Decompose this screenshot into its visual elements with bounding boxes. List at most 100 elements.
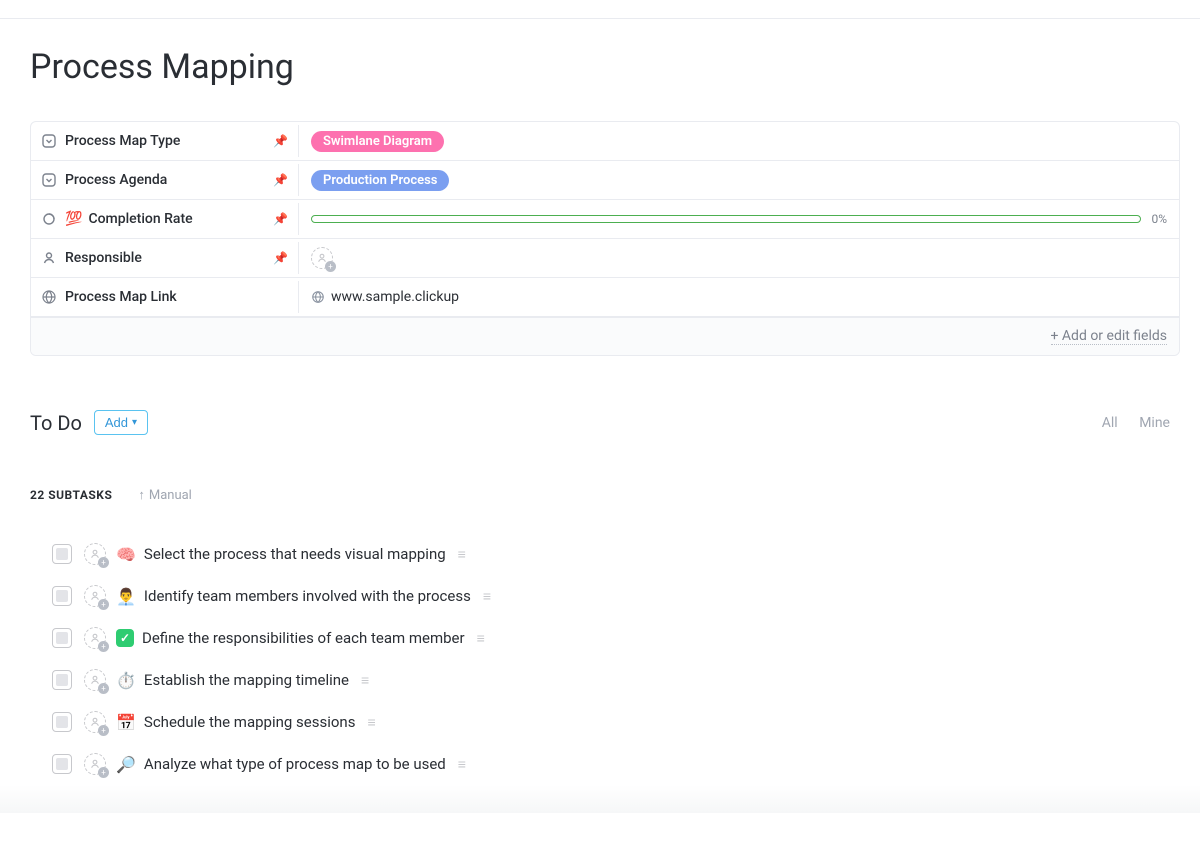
task-assignee[interactable]: + [84, 753, 106, 775]
task-emoji-icon: ⏱️ [116, 671, 136, 690]
task-checkbox[interactable] [52, 628, 72, 648]
hundred-emoji-icon: 💯 [65, 211, 82, 227]
task-checkbox[interactable] [52, 712, 72, 732]
task-assignee[interactable]: + [84, 711, 106, 733]
todo-section: To Do Add ▾ All Mine 22 SUBTASKS ↑ Manua… [30, 410, 1170, 785]
field-label-agenda[interactable]: Process Agenda 📌 [31, 164, 299, 196]
add-edit-fields-link[interactable]: + Add or edit fields [1051, 328, 1168, 345]
dropdown-field-icon [41, 172, 57, 188]
pin-icon[interactable]: 📌 [273, 134, 288, 148]
checkbox-inner [56, 632, 68, 644]
task-assignee[interactable]: + [84, 627, 106, 649]
field-row-map-type: Process Map Type 📌 Swimlane Diagram [31, 122, 1179, 161]
globe-small-icon [311, 290, 325, 304]
task-item[interactable]: + 🔎 Analyze what type of process map to be… [52, 743, 1170, 785]
page-title: Process Mapping [30, 47, 1170, 87]
drag-handle-icon[interactable]: ≡ [458, 546, 464, 563]
bottom-fade [0, 785, 1200, 813]
checkbox-inner [56, 548, 68, 560]
progress-percent: 0% [1151, 212, 1167, 226]
drag-handle-icon[interactable]: ≡ [361, 672, 367, 689]
filter-mine[interactable]: Mine [1139, 415, 1170, 431]
field-value-completion[interactable]: 0% [299, 206, 1179, 232]
globe-field-icon [41, 289, 57, 305]
field-label-responsible[interactable]: Responsible 📌 [31, 242, 299, 274]
task-assignee[interactable]: + [84, 669, 106, 691]
drag-handle-icon[interactable]: ≡ [477, 630, 483, 647]
assign-plus-icon: + [98, 557, 109, 568]
fields-footer: + Add or edit fields [31, 317, 1179, 355]
task-checkbox[interactable] [52, 754, 72, 774]
filter-links: All Mine [1084, 415, 1170, 431]
drag-handle-icon[interactable]: ≡ [483, 588, 489, 605]
field-label-text: Process Map Type [65, 133, 180, 149]
field-row-link: Process Map Link www.sample.clickup [31, 278, 1179, 317]
task-name: Analyze what type of process map to be u… [144, 755, 446, 773]
task-emoji-icon: 👨‍💼 [116, 587, 136, 606]
pin-icon[interactable]: 📌 [273, 173, 288, 187]
assign-placeholder[interactable]: + [311, 247, 333, 269]
progress-bar-wrap: 0% [311, 212, 1167, 226]
task-name: Schedule the mapping sessions [144, 713, 356, 731]
task-list: + 🧠 Select the process that needs visual m… [30, 533, 1170, 785]
subtask-meta: 22 SUBTASKS ↑ Manual [30, 487, 1170, 503]
field-label-text: Process Map Link [65, 289, 177, 305]
add-button-label: Add [105, 415, 128, 430]
task-name: Identify team members involved with the … [144, 587, 471, 605]
checkmark-badge-icon: ✓ [116, 629, 134, 647]
task-item[interactable]: + 🧠 Select the process that needs visual m… [52, 533, 1170, 575]
field-value-responsible[interactable]: + [299, 241, 1179, 275]
progress-bar[interactable] [311, 215, 1141, 223]
field-row-completion: 💯 Completion Rate 📌 0% [31, 200, 1179, 239]
task-assignee[interactable]: + [84, 543, 106, 565]
field-label-map-type[interactable]: Process Map Type 📌 [31, 125, 299, 157]
checkbox-inner [56, 758, 68, 770]
todo-title: To Do [30, 411, 82, 435]
sort-manual[interactable]: ↑ Manual [138, 487, 192, 503]
field-row-agenda: Process Agenda 📌 Production Process [31, 161, 1179, 200]
field-label-link[interactable]: Process Map Link [31, 281, 299, 313]
task-emoji-icon: 📅 [116, 713, 136, 732]
task-checkbox[interactable] [52, 544, 72, 564]
field-value-map-type[interactable]: Swimlane Diagram [299, 125, 1179, 158]
tag-map-type: Swimlane Diagram [311, 131, 444, 152]
task-name: Establish the mapping timeline [144, 671, 349, 689]
chevron-down-icon: ▾ [132, 417, 137, 428]
checkbox-inner [56, 674, 68, 686]
drag-handle-icon[interactable]: ≡ [367, 714, 373, 731]
person-field-icon [41, 250, 57, 266]
task-item[interactable]: + 📅 Schedule the mapping sessions ≡ [52, 701, 1170, 743]
task-checkbox[interactable] [52, 670, 72, 690]
task-name: Define the responsibilities of each team… [142, 629, 465, 647]
field-label-text: Responsible [65, 250, 142, 266]
checkbox-inner [56, 716, 68, 728]
dropdown-field-icon [41, 133, 57, 149]
link-url: www.sample.clickup [331, 289, 459, 305]
task-checkbox[interactable] [52, 586, 72, 606]
drag-handle-icon[interactable]: ≡ [458, 756, 464, 773]
task-assignee[interactable]: + [84, 585, 106, 607]
field-label-completion[interactable]: 💯 Completion Rate 📌 [31, 203, 299, 235]
task-item[interactable]: + ✓ Define the responsibilities of each te… [52, 617, 1170, 659]
custom-fields-table: Process Map Type 📌 Swimlane Diagram Proc… [30, 121, 1180, 356]
assign-plus-icon: + [325, 261, 336, 272]
filter-all[interactable]: All [1102, 415, 1118, 431]
task-emoji-icon: 🔎 [116, 755, 136, 774]
assign-plus-icon: + [98, 725, 109, 736]
pin-icon[interactable]: 📌 [273, 212, 288, 226]
assign-plus-icon: + [98, 683, 109, 694]
field-value-link[interactable]: www.sample.clickup [299, 283, 1179, 311]
arrow-up-icon: ↑ [138, 487, 145, 503]
task-item[interactable]: + ⏱️ Establish the mapping timeline ≡ [52, 659, 1170, 701]
pin-icon[interactable]: 📌 [273, 251, 288, 265]
add-button[interactable]: Add ▾ [94, 410, 148, 435]
progress-field-icon [41, 211, 57, 227]
task-emoji-icon: 🧠 [116, 545, 136, 564]
sort-label: Manual [149, 488, 192, 503]
subtask-count: 22 SUBTASKS [30, 488, 112, 502]
task-name: Select the process that needs visual map… [144, 545, 446, 563]
todo-header: To Do Add ▾ All Mine [30, 410, 1170, 435]
task-item[interactable]: + 👨‍💼 Identify team members involved with … [52, 575, 1170, 617]
field-label-text: Completion Rate [88, 211, 192, 227]
field-value-agenda[interactable]: Production Process [299, 164, 1179, 197]
